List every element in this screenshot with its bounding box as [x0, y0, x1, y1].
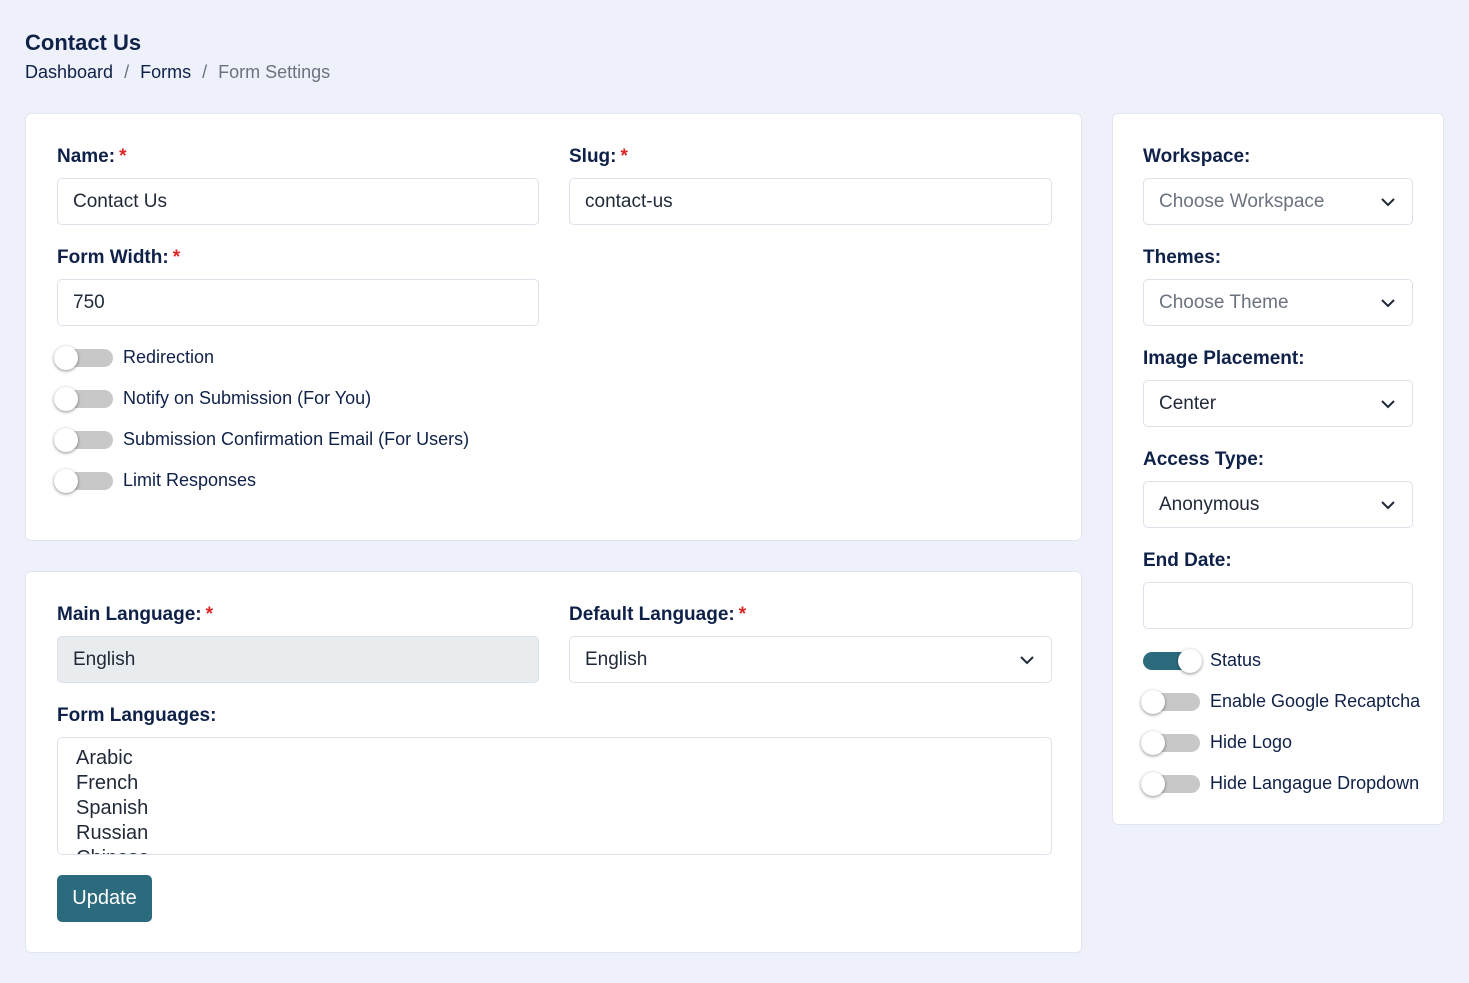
form-languages-listbox[interactable]: Arabic French Spanish Russian Chinese — [57, 737, 1052, 855]
breadcrumb-forms[interactable]: Forms — [140, 62, 191, 83]
access-type-label: Access Type: — [1143, 449, 1265, 470]
language-option[interactable]: French — [76, 771, 1033, 796]
image-placement-select[interactable]: Center — [1143, 380, 1413, 427]
slug-input[interactable]: contact-us — [569, 178, 1052, 225]
chevron-down-icon — [1381, 298, 1395, 307]
main-language-input: English — [57, 636, 539, 683]
default-language-label: Default Language: * — [569, 604, 747, 625]
recaptcha-label: Enable Google Recaptcha — [1210, 691, 1421, 711]
sidebar-settings-card: Workspace: Choose Workspace Themes: Choo… — [1112, 113, 1444, 825]
update-button[interactable]: Update — [57, 875, 152, 922]
name-input[interactable]: Contact Us — [57, 178, 539, 225]
default-language-select[interactable]: English — [569, 636, 1052, 683]
confirmation-email-label: Submission Confirmation Email (For Users… — [123, 429, 470, 449]
hide-logo-label: Hide Logo — [1210, 732, 1293, 752]
page-title: Contact Us — [25, 30, 142, 55]
confirmation-email-toggle[interactable] — [54, 427, 113, 452]
access-type-value: Anonymous — [1159, 493, 1260, 515]
language-option[interactable]: Russian — [76, 821, 1033, 846]
form-languages-label: Form Languages: — [57, 705, 217, 726]
image-placement-value: Center — [1159, 392, 1217, 414]
chevron-down-icon — [1381, 399, 1395, 408]
end-date-input[interactable] — [1143, 582, 1413, 629]
redirection-toggle[interactable] — [54, 345, 113, 370]
notify-submission-toggle-row: Notify on Submission (For You) — [54, 386, 372, 411]
limit-responses-toggle-row: Limit Responses — [54, 468, 257, 493]
limit-responses-label: Limit Responses — [123, 470, 257, 490]
status-toggle[interactable] — [1143, 648, 1202, 673]
chevron-down-icon — [1381, 500, 1395, 509]
chevron-down-icon — [1020, 655, 1034, 664]
image-placement-label: Image Placement: — [1143, 348, 1305, 369]
form-width-input[interactable]: 750 — [57, 279, 539, 326]
main-language-label: Main Language: * — [57, 604, 214, 625]
breadcrumb-separator: / — [202, 62, 208, 82]
workspace-placeholder: Choose Workspace — [1159, 190, 1325, 212]
breadcrumb-dashboard[interactable]: Dashboard — [25, 62, 113, 83]
hide-language-dropdown-toggle[interactable] — [1141, 771, 1200, 796]
hide-language-dropdown-toggle-row: Hide Langague Dropdown — [1141, 771, 1420, 796]
end-date-label: End Date: — [1143, 550, 1232, 571]
slug-label: Slug: * — [569, 146, 628, 167]
breadcrumb-separator: / — [124, 62, 130, 82]
breadcrumb-form-settings: Form Settings — [218, 62, 331, 82]
workspace-label: Workspace: — [1143, 146, 1251, 167]
breadcrumb: Dashboard / Forms / Form Settings — [25, 62, 330, 83]
language-option[interactable]: Spanish — [76, 796, 1033, 821]
themes-placeholder: Choose Theme — [1159, 291, 1289, 313]
workspace-select[interactable]: Choose Workspace — [1143, 178, 1413, 225]
notify-submission-label: Notify on Submission (For You) — [123, 388, 372, 408]
recaptcha-toggle-row: Enable Google Recaptcha — [1141, 689, 1421, 714]
themes-select[interactable]: Choose Theme — [1143, 279, 1413, 326]
hide-logo-toggle-row: Hide Logo — [1141, 730, 1293, 755]
recaptcha-toggle[interactable] — [1141, 689, 1200, 714]
status-label: Status — [1210, 650, 1262, 670]
themes-label: Themes: — [1143, 247, 1222, 268]
hide-logo-toggle[interactable] — [1141, 730, 1200, 755]
default-language-value: English — [585, 648, 648, 670]
form-width-label: Form Width: * — [57, 247, 181, 268]
name-label: Name: * — [57, 146, 127, 167]
notify-submission-toggle[interactable] — [54, 386, 113, 411]
general-settings-card: Name: * Contact Us Slug: * contact-us Form… — [25, 113, 1082, 541]
language-settings-card: Main Language: * English Default Language… — [25, 571, 1082, 953]
hide-language-dropdown-label: Hide Langague Dropdown — [1210, 773, 1420, 793]
access-type-select[interactable]: Anonymous — [1143, 481, 1413, 528]
redirection-label: Redirection — [123, 347, 215, 367]
chevron-down-icon — [1381, 197, 1395, 206]
language-option[interactable]: Chinese — [76, 846, 1033, 854]
language-option[interactable]: Arabic — [76, 746, 1033, 771]
status-toggle-row: Status — [1143, 648, 1262, 673]
redirection-toggle-row: Redirection — [54, 345, 215, 370]
confirmation-email-toggle-row: Submission Confirmation Email (For Users… — [54, 427, 470, 452]
limit-responses-toggle[interactable] — [54, 468, 113, 493]
